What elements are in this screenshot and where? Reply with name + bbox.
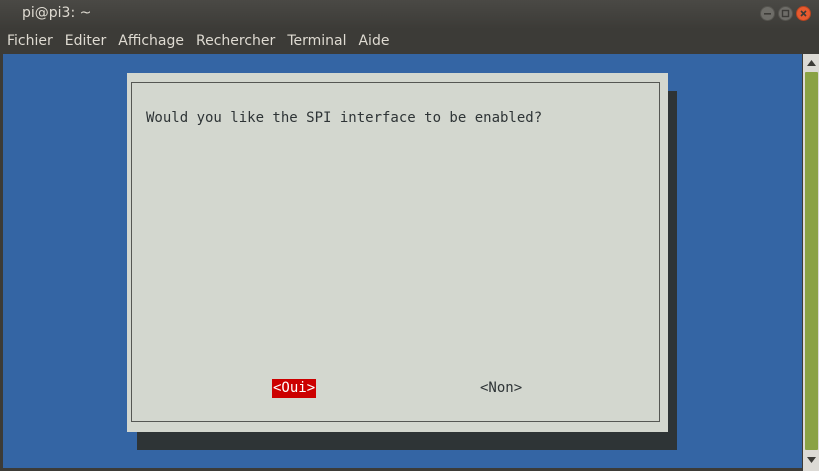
menu-affichage[interactable]: Affichage xyxy=(112,29,190,54)
scroll-down-button[interactable] xyxy=(803,452,819,468)
minimize-icon xyxy=(764,13,771,15)
maximize-button[interactable] xyxy=(778,6,793,21)
menu-bar: Fichier Editer Affichage Rechercher Term… xyxy=(0,29,819,54)
chevron-down-icon xyxy=(806,457,816,463)
scroll-up-button[interactable] xyxy=(803,55,819,71)
spi-dialog: Would you like the SPI interface to be e… xyxy=(127,73,668,432)
menu-terminal[interactable]: Terminal xyxy=(281,29,352,54)
window-controls xyxy=(760,6,811,21)
minimize-button[interactable] xyxy=(760,6,775,21)
window-title: pi@pi3: ~ xyxy=(22,5,92,21)
menu-aide[interactable]: Aide xyxy=(352,29,395,54)
yes-button[interactable]: <Oui> xyxy=(272,379,317,398)
dialog-border xyxy=(131,82,660,422)
menu-fichier[interactable]: Fichier xyxy=(0,29,59,54)
title-bar[interactable]: pi@pi3: ~ xyxy=(0,0,819,29)
menu-editer[interactable]: Editer xyxy=(59,29,112,54)
no-button[interactable]: <Non> xyxy=(479,379,523,398)
chevron-up-icon xyxy=(806,60,816,66)
close-button[interactable] xyxy=(796,6,811,21)
maximize-icon xyxy=(781,9,790,18)
menu-rechercher[interactable]: Rechercher xyxy=(190,29,281,54)
scrollbar-thumb[interactable] xyxy=(805,72,818,450)
close-icon xyxy=(800,10,807,17)
dialog-question: Would you like the SPI interface to be e… xyxy=(146,110,543,126)
